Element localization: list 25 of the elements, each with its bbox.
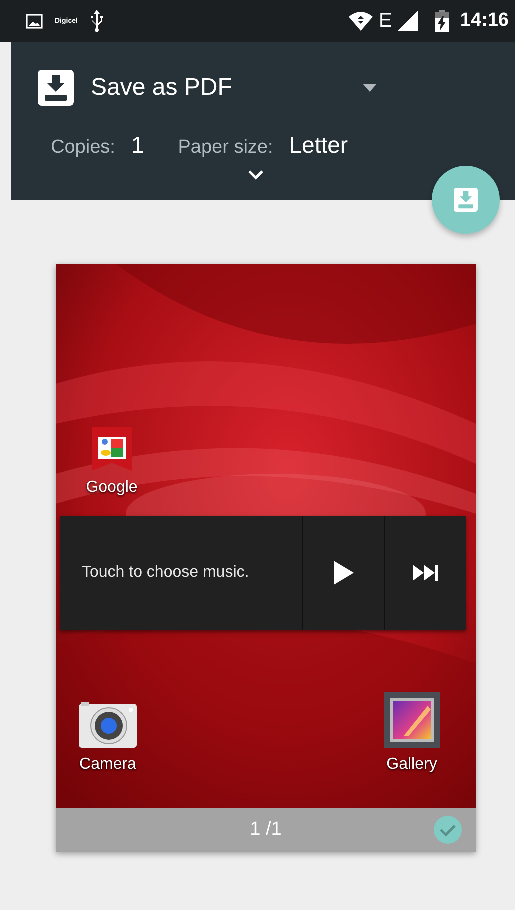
battery-charging-icon [434,10,450,32]
option-value[interactable]: Letter [289,132,348,159]
play-icon [334,561,354,585]
option-value[interactable]: 1 [131,132,144,159]
dropdown-arrow-icon[interactable] [363,84,377,92]
app-label: Google [86,479,138,497]
clock-time: 14:16 [460,10,509,32]
network-type: E [379,10,392,32]
option-label: Copies: [51,137,116,159]
save-pdf-button[interactable] [432,166,500,234]
skip-next-icon [412,565,438,581]
app-label: Camera [80,756,136,774]
bookmark-app-icon[interactable] [92,427,132,471]
page-number: 1 /1 [250,819,282,841]
expand-chevron-icon[interactable] [248,170,264,180]
usb-icon [90,10,104,32]
signal-icon [398,11,418,31]
camera-app-icon[interactable] [79,702,137,748]
app-label: Gallery [386,756,438,774]
image-icon [26,14,43,28]
page-selected-check-icon[interactable] [434,816,462,844]
printer-dropdown[interactable]: Save as PDF [91,74,346,102]
gallery-app-icon[interactable] [384,692,440,748]
option-label: Paper size: [178,137,274,159]
wifi-icon [349,11,374,31]
